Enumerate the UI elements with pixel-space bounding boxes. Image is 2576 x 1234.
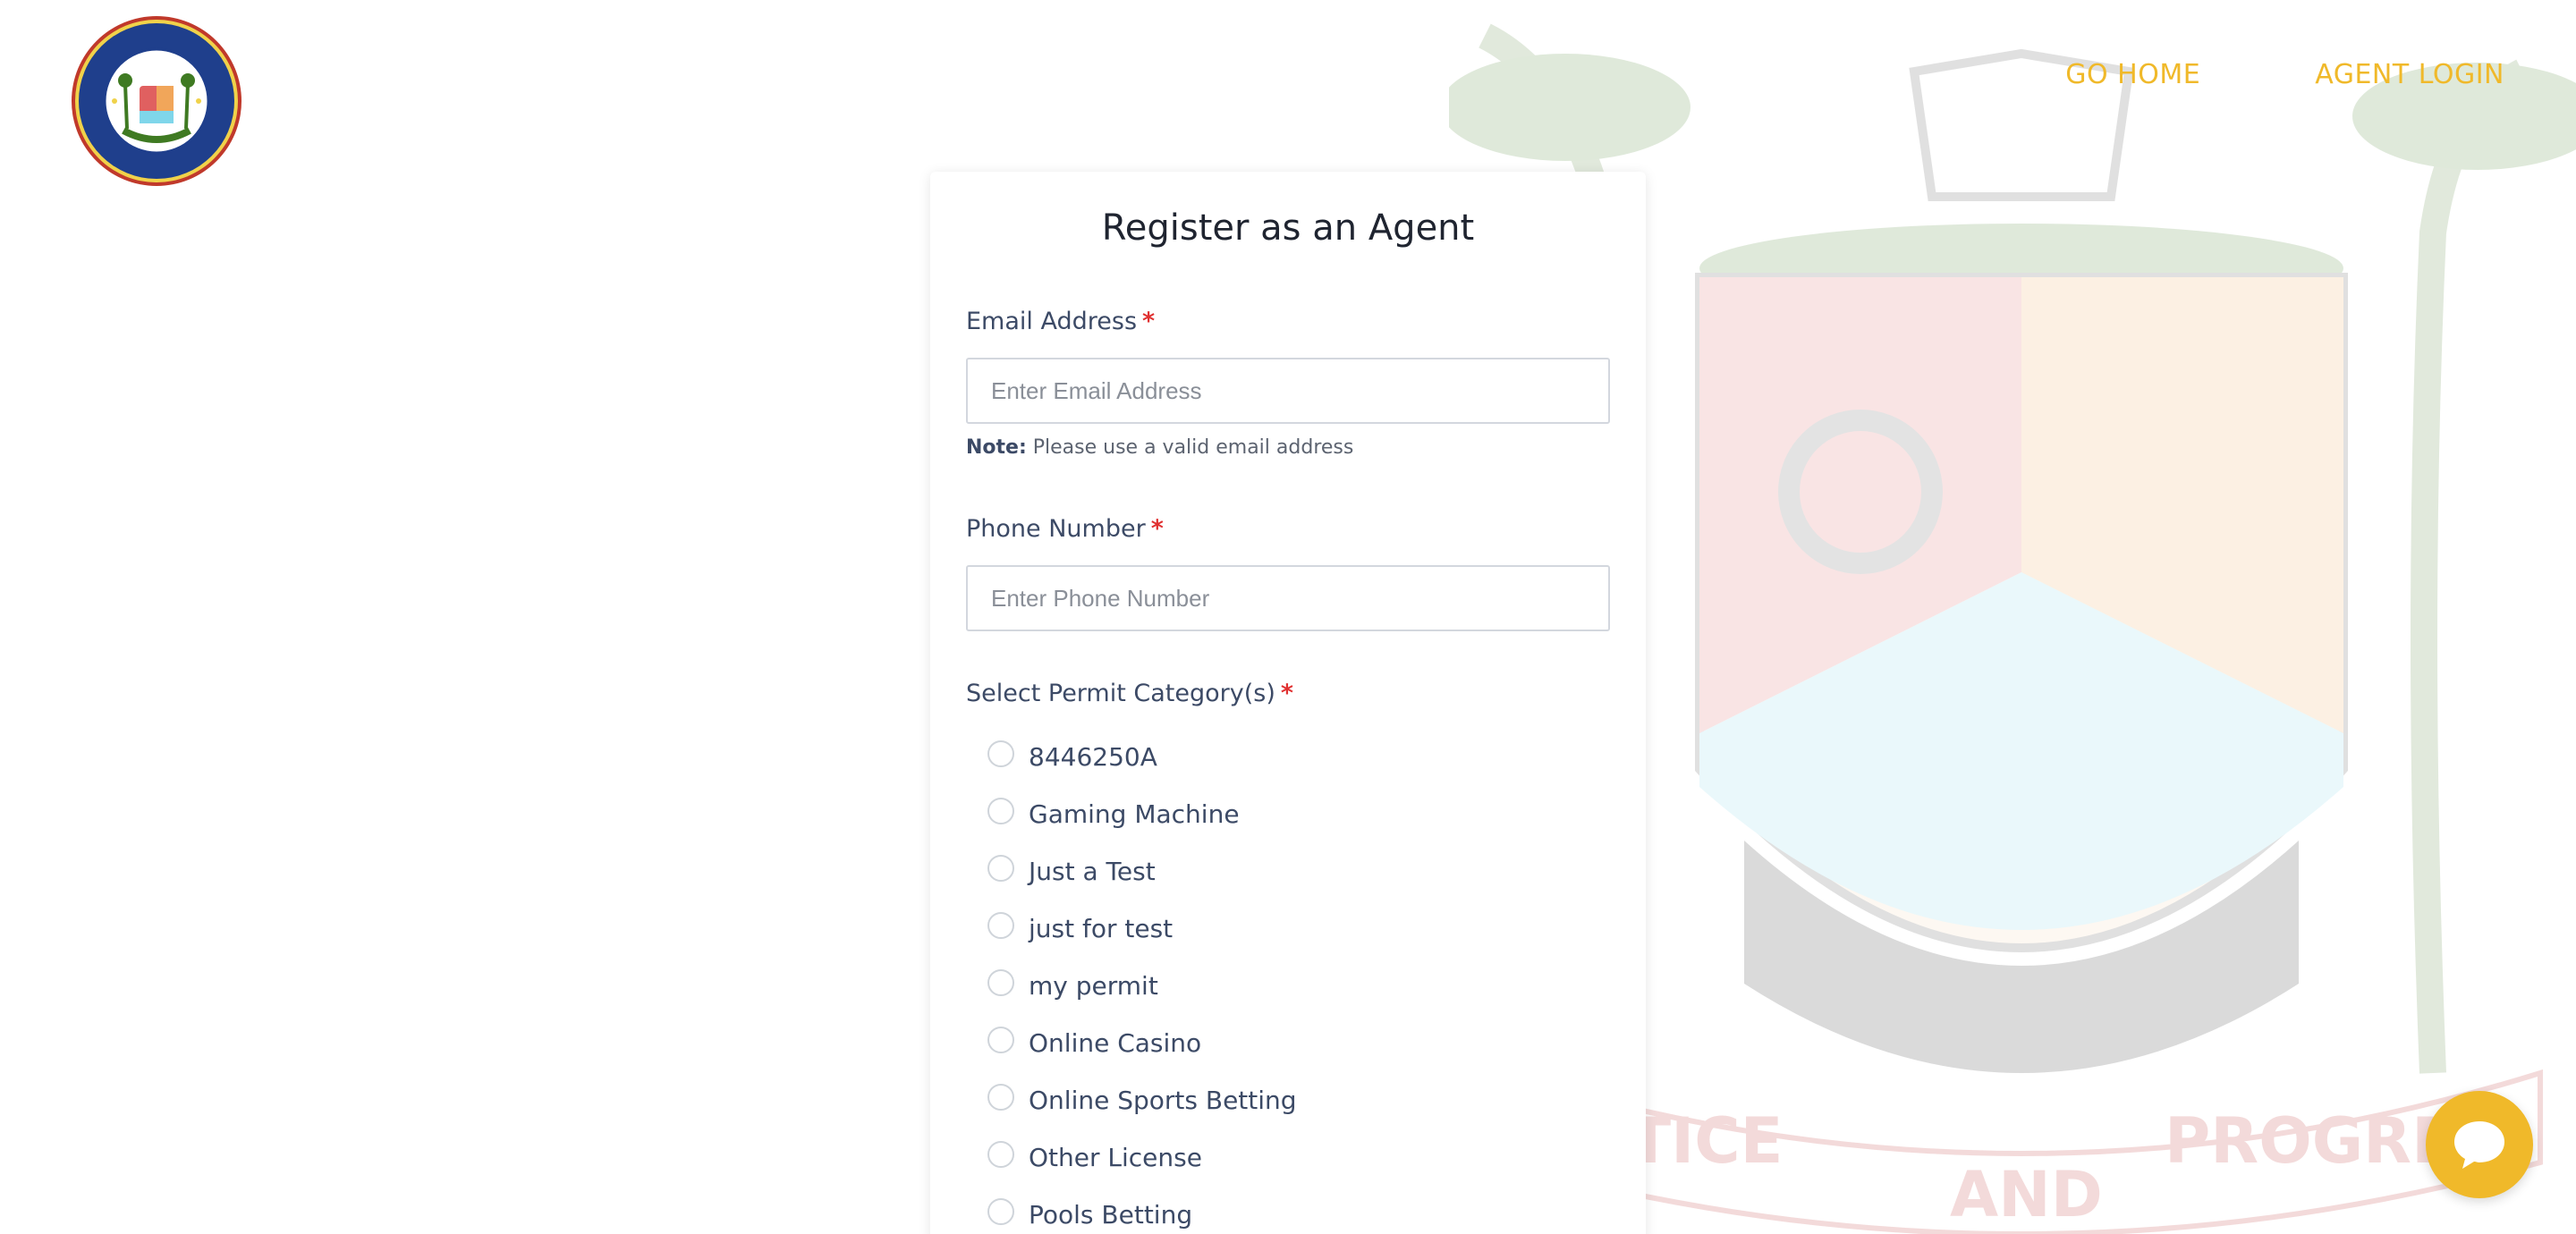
permit-option-label: 8446250A	[1029, 741, 1157, 772]
permit-option[interactable]: 8446250A	[987, 728, 1297, 785]
permit-option[interactable]: Other License	[987, 1128, 1297, 1186]
radio-button[interactable]	[987, 969, 1014, 996]
radio-button[interactable]	[987, 912, 1014, 939]
agent-login-link[interactable]: AGENT LOGIN	[2315, 59, 2504, 90]
lslga-logo[interactable]	[70, 14, 243, 188]
chat-bubble-icon	[2454, 1121, 2504, 1169]
email-field[interactable]	[966, 358, 1610, 424]
permit-option-label: Online Sports Betting	[1029, 1085, 1297, 1115]
permit-option-label: Just a Test	[1029, 856, 1156, 886]
page-title: Register as an Agent	[1101, 207, 1475, 249]
email-label: Email Address *	[966, 308, 1155, 335]
radio-button[interactable]	[987, 740, 1014, 767]
phone-label: Phone Number *	[966, 515, 1164, 543]
permit-label-text: Select Permit Category(s)	[966, 680, 1275, 707]
radio-button[interactable]	[987, 1027, 1014, 1053]
permit-option-label: Other License	[1029, 1142, 1202, 1172]
email-label-text: Email Address	[966, 308, 1138, 335]
permit-label: Select Permit Category(s) *	[966, 680, 1293, 707]
radio-button[interactable]	[987, 1141, 1014, 1168]
register-card: Register as an Agent Email Address* Note…	[930, 172, 1646, 1234]
required-marker: *	[1142, 308, 1156, 335]
permit-option-label: Gaming Machine	[1029, 799, 1240, 829]
radio-button[interactable]	[987, 855, 1014, 882]
permit-option[interactable]: Online Sports Betting	[987, 1071, 1297, 1128]
email-note: Note: Please use a valid email address	[966, 436, 1353, 459]
required-marker: *	[1150, 515, 1164, 543]
page: STICE AND PROGRE GO HOME AGENT LOGIN Reg…	[0, 0, 2576, 1234]
radio-button[interactable]	[987, 1198, 1014, 1225]
top-nav: GO HOME AGENT LOGIN	[2065, 59, 2504, 90]
permit-option[interactable]: my permit	[987, 957, 1297, 1014]
permit-option[interactable]: just for test	[987, 900, 1297, 957]
note-text: Please use a valid email address	[1026, 436, 1354, 459]
permit-option[interactable]: Online Casino	[987, 1014, 1297, 1071]
permit-option[interactable]: Pools Betting	[987, 1186, 1297, 1234]
phone-label-text: Phone Number	[966, 515, 1146, 543]
permit-category-list: 8446250A Gaming Machine Just a Test just…	[987, 728, 1297, 1234]
svg-text:PROGRE: PROGRE	[2165, 1104, 2454, 1178]
chat-launcher-button[interactable]	[2426, 1091, 2533, 1198]
radio-button[interactable]	[987, 798, 1014, 824]
radio-button[interactable]	[987, 1084, 1014, 1111]
note-label: Note:	[966, 436, 1027, 459]
permit-option-label: my permit	[1029, 970, 1158, 1001]
svg-text:AND: AND	[1950, 1158, 2103, 1231]
required-marker: *	[1280, 680, 1293, 707]
permit-option-label: Pools Betting	[1029, 1199, 1193, 1230]
permit-option-label: just for test	[1029, 913, 1174, 943]
go-home-link[interactable]: GO HOME	[2065, 59, 2200, 90]
permit-option-label: Online Casino	[1029, 1027, 1202, 1058]
permit-option[interactable]: Just a Test	[987, 842, 1297, 900]
permit-option[interactable]: Gaming Machine	[987, 785, 1297, 842]
phone-field[interactable]	[966, 565, 1610, 631]
